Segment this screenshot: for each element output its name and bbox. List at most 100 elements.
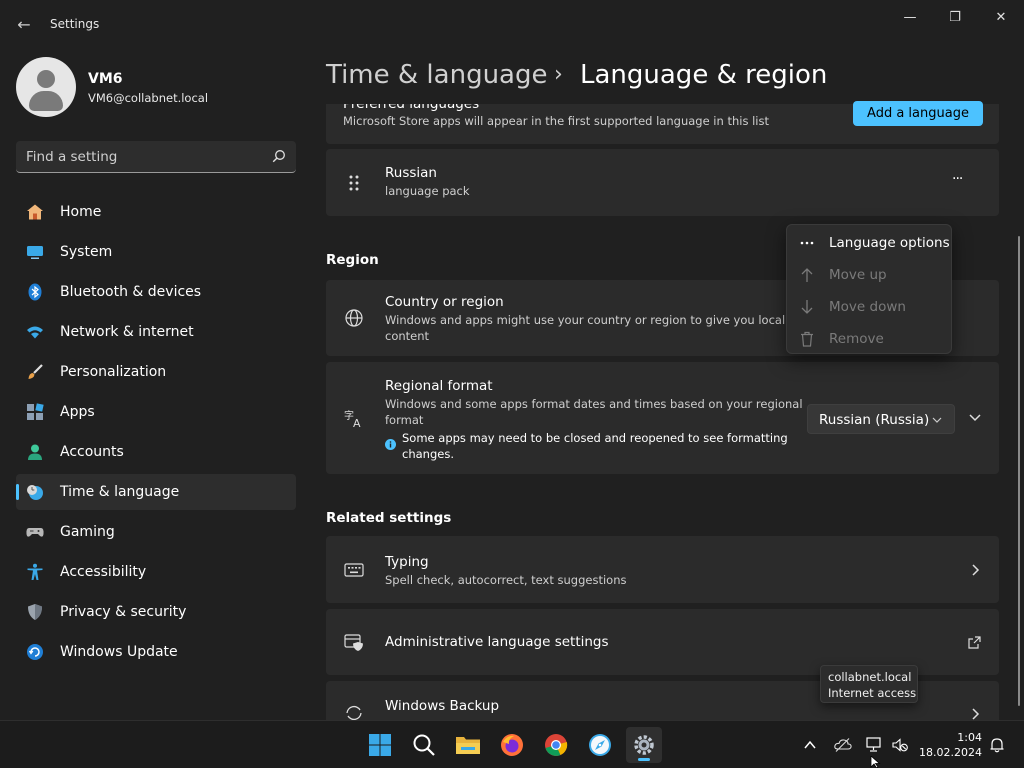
mouse-cursor-icon: [870, 756, 881, 768]
sidebar-item-personalization[interactable]: Personalization: [16, 354, 296, 390]
svg-text:A: A: [353, 417, 361, 428]
file-explorer-button[interactable]: [450, 727, 486, 763]
arrow-down-icon: [801, 300, 813, 314]
sidebar-item-privacy[interactable]: Privacy & security: [16, 594, 296, 630]
external-link-icon: [968, 636, 981, 649]
user-name: VM6: [88, 71, 123, 87]
sidebar-item-label: Home: [60, 204, 102, 220]
search-icon[interactable]: [272, 149, 286, 163]
sidebar-item-label: System: [60, 244, 113, 260]
chrome-button[interactable]: [538, 727, 574, 763]
close-button[interactable]: ✕: [978, 6, 1024, 28]
globe-icon: [345, 309, 363, 327]
firefox-icon: [501, 734, 523, 756]
info-icon: [385, 439, 396, 450]
admin-shield-icon: [344, 634, 363, 651]
menu-item-move-up[interactable]: Move up: [787, 259, 953, 289]
chevron-right-icon: [972, 708, 980, 720]
regional-format-desc-1: Windows and some apps format dates and t…: [385, 397, 803, 411]
maximize-button[interactable]: ❐: [932, 6, 978, 28]
accounts-icon: [28, 444, 42, 460]
language-name: Russian: [385, 165, 437, 181]
regional-format-note-1: Some apps may need to be closed and reop…: [402, 431, 788, 445]
notifications-bell-icon[interactable]: [989, 737, 1005, 753]
expand-chevron-icon[interactable]: [969, 414, 981, 422]
breadcrumb-parent[interactable]: Time & language: [326, 60, 547, 90]
sidebar-item-network[interactable]: Network & internet: [16, 314, 296, 350]
regional-format-select[interactable]: Russian (Russia): [807, 404, 955, 434]
language-item-russian[interactable]: Russian language pack ···: [326, 149, 999, 216]
maximize-icon: ❐: [949, 9, 961, 25]
sidebar-item-windows-update[interactable]: Windows Update: [16, 634, 296, 670]
trash-icon: [801, 331, 813, 347]
typing-title: Typing: [385, 554, 429, 570]
breadcrumb-separator: ›: [554, 62, 563, 87]
sidebar-item-accessibility[interactable]: Accessibility: [16, 554, 296, 590]
language-desc: language pack: [385, 184, 470, 198]
settings-taskbar-button[interactable]: [626, 727, 662, 763]
time-language-icon: [27, 485, 43, 500]
typing-desc: Spell check, autocorrect, text suggestio…: [385, 573, 627, 587]
typing-card[interactable]: Typing Spell check, autocorrect, text su…: [326, 536, 999, 603]
sidebar-item-home[interactable]: Home: [16, 194, 296, 230]
sidebar-item-system[interactable]: System: [16, 234, 296, 270]
regional-format-desc-2: format: [385, 413, 424, 427]
update-icon: [27, 644, 43, 660]
regional-format-note-2: changes.: [402, 447, 454, 461]
settings-icon: [634, 735, 654, 755]
country-region-desc-2: content: [385, 329, 430, 343]
search-input[interactable]: [26, 147, 266, 167]
regional-format-value: Russian (Russia): [819, 412, 930, 428]
system-icon: [27, 246, 43, 259]
sidebar-item-label: Privacy & security: [60, 604, 187, 620]
country-region-desc-1: Windows and apps might use your country …: [385, 313, 786, 327]
menu-item-remove[interactable]: Remove: [787, 323, 953, 353]
region-section-title: Region: [326, 252, 379, 268]
system-clock[interactable]: 1:04 18.02.2024: [919, 730, 982, 760]
network-icon[interactable]: [866, 737, 882, 753]
chevron-down-icon: [932, 417, 942, 423]
sidebar-item-gaming[interactable]: Gaming: [16, 514, 296, 550]
safari-like-icon: [589, 734, 611, 756]
sidebar-item-label: Windows Update: [60, 644, 178, 660]
start-button[interactable]: [362, 727, 398, 763]
menu-item-label: Move down: [829, 299, 906, 315]
page-title: Language & region: [580, 60, 828, 90]
minimize-button[interactable]: —: [887, 6, 933, 28]
sidebar-item-bluetooth[interactable]: Bluetooth & devices: [16, 274, 296, 310]
taskbar-search-button[interactable]: [406, 727, 442, 763]
regional-format-icon: 字A: [344, 409, 361, 428]
menu-item-label: Language options: [829, 235, 950, 251]
avatar[interactable]: [16, 57, 76, 117]
firefox-button[interactable]: [494, 727, 530, 763]
more-options-button[interactable]: ···: [952, 171, 963, 187]
chevron-up-icon[interactable]: [803, 738, 817, 752]
search-box[interactable]: [16, 141, 296, 173]
compass-app-button[interactable]: [582, 727, 618, 763]
sidebar-item-apps[interactable]: Apps: [16, 394, 296, 430]
sidebar-nav: Home System Bluetooth & devices Network …: [16, 194, 296, 674]
close-icon: ✕: [995, 9, 1007, 25]
add-language-button[interactable]: Add a language: [853, 101, 983, 126]
sidebar-item-label: Accounts: [60, 444, 124, 460]
volume-muted-icon[interactable]: [892, 737, 908, 753]
search-icon: [413, 734, 435, 756]
onedrive-offline-icon[interactable]: [834, 737, 852, 753]
preferred-languages-desc: Microsoft Store apps will appear in the …: [343, 114, 769, 128]
accessibility-icon: [27, 563, 43, 580]
keyboard-icon: [344, 563, 364, 577]
admin-language-title: Administrative language settings: [385, 634, 609, 650]
sidebar-item-label: Accessibility: [60, 564, 147, 580]
sidebar-item-accounts[interactable]: Accounts: [16, 434, 296, 470]
back-button[interactable]: ←: [10, 10, 38, 38]
menu-item-move-down[interactable]: Move down: [787, 291, 953, 321]
arrow-up-icon: [801, 268, 813, 282]
menu-item-label: Remove: [829, 331, 884, 347]
sidebar-item-label: Time & language: [60, 484, 180, 500]
drag-handle-icon[interactable]: [348, 174, 360, 192]
scrollbar[interactable]: [1018, 236, 1020, 706]
menu-item-language-options[interactable]: Language options: [787, 227, 953, 257]
app-title: Settings: [50, 17, 100, 31]
country-region-title: Country or region: [385, 294, 504, 310]
sidebar-item-time-language[interactable]: Time & language: [16, 474, 296, 510]
